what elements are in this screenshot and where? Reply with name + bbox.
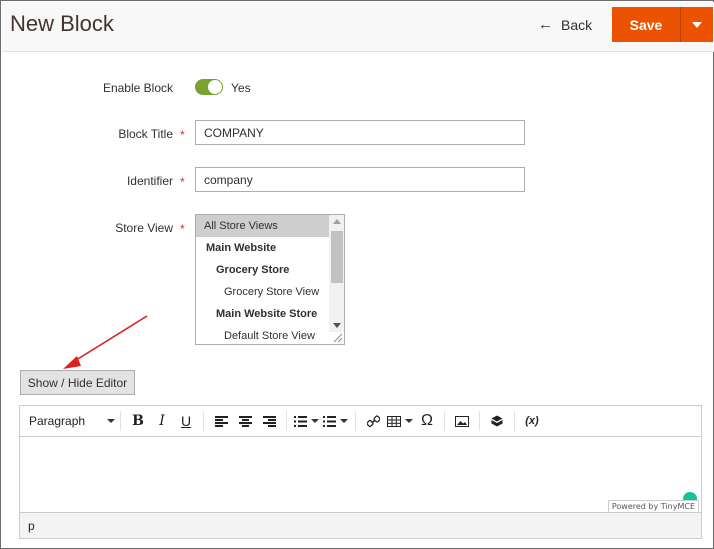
scroll-down-icon [333,323,341,328]
bullet-list-icon [294,415,307,427]
toolbar-divider [479,411,480,431]
toolbar-divider [355,411,356,431]
bold-button[interactable]: B [126,409,150,433]
store-option-group[interactable]: Grocery Store [196,259,329,281]
underline-button[interactable]: U [174,409,198,433]
page-frame: New Block ← Back Save Enable Block Yes B… [0,0,714,549]
editor-statusbar: p [20,512,701,538]
align-right-button[interactable] [257,409,281,433]
store-view-multiselect[interactable]: All Store Views Main Website Grocery Sto… [195,214,345,345]
scroll-up-icon [333,219,341,224]
identifier-input[interactable]: company [195,167,525,192]
store-option-all[interactable]: All Store Views [196,215,329,237]
show-hide-editor-button[interactable]: Show / Hide Editor [20,370,135,395]
insert-link-button[interactable] [361,409,385,433]
save-button-group: Save [612,7,713,42]
format-select[interactable]: Paragraph [29,414,115,428]
caret-down-icon [311,419,319,423]
store-view-options: All Store Views Main Website Grocery Sto… [196,215,329,344]
store-option-view[interactable]: Grocery Store View [196,281,329,303]
store-option-group[interactable]: Main Website Store [196,303,329,325]
caret-down-icon [692,21,702,28]
store-option-view[interactable]: Default Store View [196,325,329,344]
link-icon [366,414,380,427]
caret-down-icon [107,419,115,423]
bold-icon: B [132,413,144,429]
toolbar-divider [514,411,515,431]
save-options-toggle[interactable] [680,7,713,42]
enable-block-value: Yes [231,81,251,95]
numbered-list-icon [323,415,336,427]
insert-variable-button[interactable]: (x) [520,409,544,433]
element-path[interactable]: p [28,519,35,533]
required-mark: * [180,128,185,142]
italic-icon: I [159,413,165,429]
editor-content-area[interactable] [20,437,701,512]
format-select-label: Paragraph [29,414,86,428]
required-mark: * [180,175,185,189]
store-view-scrollbar[interactable] [329,215,344,332]
required-mark: * [180,222,185,236]
block-title-input[interactable]: COMPANY [195,120,525,145]
toolbar-divider [286,411,287,431]
toolbar-divider [444,411,445,431]
scroll-thumb[interactable] [331,231,343,283]
insert-image-button[interactable] [450,409,474,433]
caret-down-icon [405,419,413,423]
back-button[interactable]: ← Back [538,16,592,33]
toggle-knob [208,80,222,94]
toolbar-divider [120,411,121,431]
table-icon [387,415,401,427]
image-icon [455,415,469,427]
save-button[interactable]: Save [612,7,680,42]
caret-down-icon [340,419,348,423]
variable-icon: (x) [525,415,539,427]
toolbar-divider [203,411,204,431]
insert-table-button[interactable] [385,409,415,433]
identifier-label: Identifier [126,174,173,188]
page-header: New Block ← Back Save [2,2,714,52]
insert-widget-button[interactable] [485,409,509,433]
store-option-website[interactable]: Main Website [196,237,329,259]
enable-block-toggle[interactable] [195,79,223,95]
bullet-list-button[interactable] [292,409,321,433]
store-view-label: Store View [115,221,173,235]
enable-block-label: Enable Block [102,81,173,95]
block-title-label: Block Title [118,127,173,141]
editor-toolbar: Paragraph B I U Ω (x) [20,406,701,437]
numbered-list-button[interactable] [321,409,350,433]
align-center-button[interactable] [233,409,257,433]
align-right-icon [262,415,276,427]
align-left-button[interactable] [209,409,233,433]
page-title: New Block [10,11,114,36]
align-center-icon [238,415,252,427]
align-left-icon [214,415,228,427]
wysiwyg-editor: Paragraph B I U Ω (x) Powered by TinyMCE… [19,405,702,539]
back-button-label: Back [561,16,593,33]
underline-icon: U [180,413,192,429]
resize-grip-icon[interactable] [332,332,343,343]
arrow-left-icon: ← [538,16,553,33]
special-character-button[interactable]: Ω [415,409,439,433]
italic-button[interactable]: I [150,409,174,433]
omega-icon: Ω [421,412,433,429]
widget-icon [491,415,503,427]
